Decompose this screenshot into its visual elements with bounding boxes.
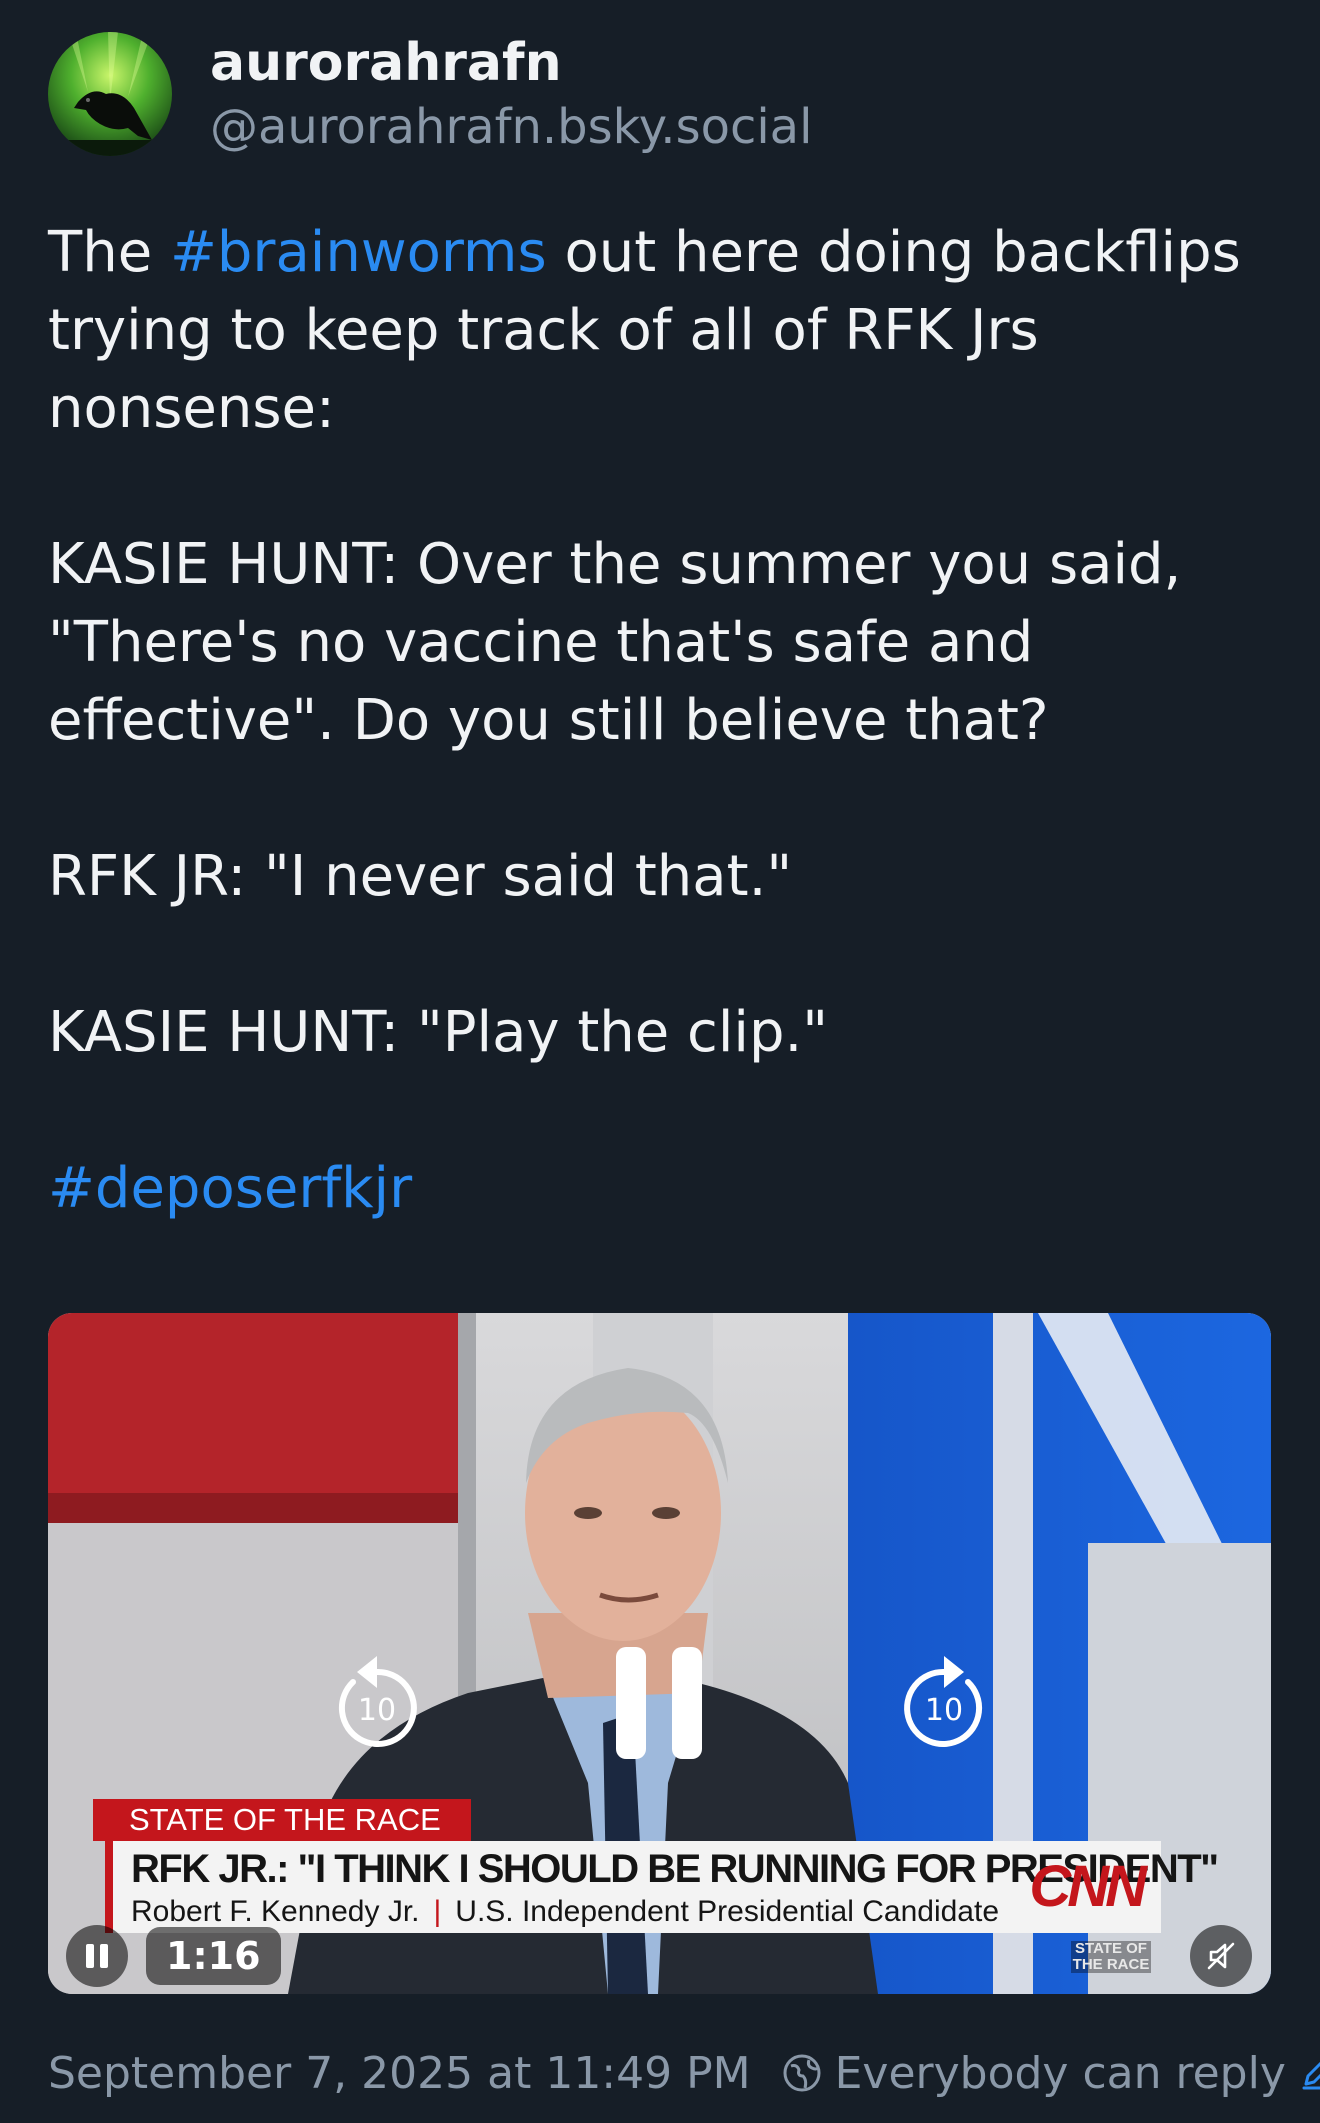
hashtag-link[interactable]: #deposerfkjr xyxy=(48,1156,412,1221)
rewind-10-icon: 10 xyxy=(338,1656,417,1747)
reply-setting[interactable]: Everybody can reply xyxy=(781,2048,1320,2099)
skip-forward-label: 10 xyxy=(925,1693,963,1728)
post-header: aurorahrafn @aurorahrafn.bsky.social xyxy=(48,30,812,158)
hashtag-link[interactable]: #brainworms xyxy=(170,220,547,285)
post-text-segment: The xyxy=(48,220,170,285)
skip-back-button[interactable]: 10 xyxy=(333,1648,421,1752)
speaker-muted-icon xyxy=(1207,1942,1235,1970)
pause-icon xyxy=(616,1647,702,1759)
post-timestamp[interactable]: September 7, 2025 at 11:49 PM xyxy=(48,2048,751,2099)
network-bug: STATE OF THE RACE xyxy=(1071,1941,1151,1973)
chyron-subtitle: Robert F. Kennedy Jr. | U.S. Independent P… xyxy=(131,1895,999,1929)
chyron: RFK JR.: "I THINK I SHOULD BE RUNNING FO… xyxy=(105,1841,1219,1933)
chyron-name: Robert F. Kennedy Jr. xyxy=(131,1895,420,1928)
pause-icon xyxy=(86,1944,108,1968)
globe-icon xyxy=(783,2054,821,2092)
cnn-logo: CNN xyxy=(1029,1854,1147,1919)
bug-line: STATE OF xyxy=(1075,1940,1147,1957)
post-paragraph: KASIE HUNT: Over the summer you said, "T… xyxy=(48,532,1182,753)
chyron-title: U.S. Independent Presidential Candidate xyxy=(455,1895,1000,1928)
mini-pause-button[interactable] xyxy=(66,1925,128,1987)
skip-back-label: 10 xyxy=(358,1693,396,1728)
author-handle[interactable]: @aurorahrafn.bsky.social xyxy=(210,96,812,158)
post-footer: September 7, 2025 at 11:49 PM Everybody … xyxy=(48,2040,1320,2106)
mute-button[interactable] xyxy=(1190,1925,1252,1987)
raven-avatar-icon xyxy=(48,32,172,156)
video-time: 1:16 xyxy=(146,1927,281,1985)
post-paragraph: KASIE HUNT: "Play the clip." xyxy=(48,1000,829,1065)
post-paragraph: #deposerfkjr xyxy=(48,1150,1288,1228)
forward-10-icon: 10 xyxy=(904,1656,983,1747)
post-paragraph: The #brainworms out here doing backflips… xyxy=(48,214,1288,448)
video-player[interactable]: STATE OF THE RACE RFK JR.: "I THINK I SH… xyxy=(48,1313,1271,1994)
author-display-name[interactable]: aurorahrafn xyxy=(210,30,812,96)
post-body: The #brainworms out here doing backflips… xyxy=(48,214,1288,1228)
pencil-icon xyxy=(1302,2061,1320,2090)
reply-setting-label: Everybody can reply xyxy=(834,2047,1286,2099)
chyron-tag: STATE OF THE RACE xyxy=(93,1799,471,1841)
avatar[interactable] xyxy=(48,32,172,156)
post-paragraph: RFK JR: "I never said that." xyxy=(48,844,793,909)
pause-button[interactable] xyxy=(614,1643,704,1763)
skip-forward-button[interactable]: 10 xyxy=(900,1648,988,1752)
chyron-separator: | xyxy=(433,1895,442,1928)
bug-line: THE RACE xyxy=(1072,1956,1150,1973)
